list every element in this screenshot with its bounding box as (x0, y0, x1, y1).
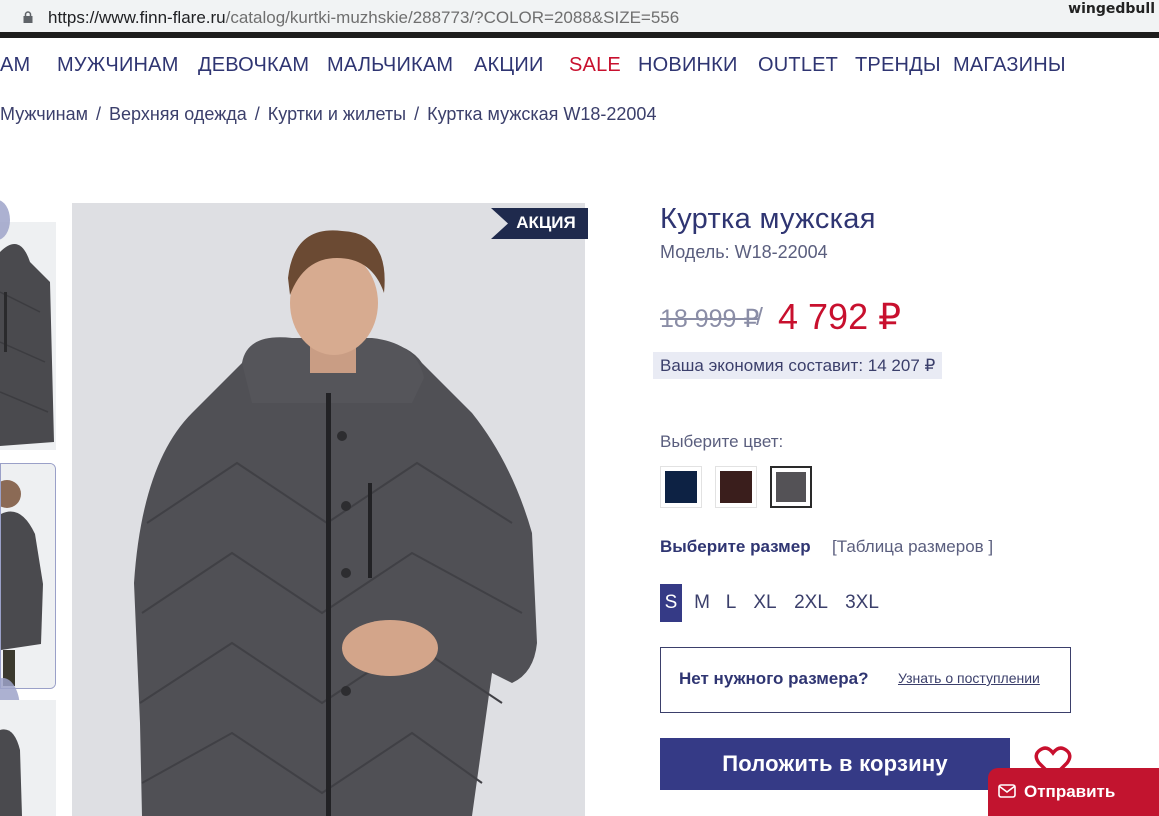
nav-item-partial[interactable]: АМ (0, 54, 30, 77)
breadcrumb-separator: / (96, 104, 102, 124)
nav-item-new[interactable]: НОВИНКИ (638, 54, 738, 77)
product-model: Модель: W18-22004 (660, 242, 828, 262)
notify-availability-link[interactable]: Узнать о поступлении (898, 670, 1040, 686)
color-swatch-brown[interactable] (715, 466, 757, 508)
savings-badge: Ваша экономия составит: 14 207 ₽ (653, 352, 943, 379)
lock-icon (23, 11, 33, 23)
size-option-s[interactable]: S (660, 584, 682, 622)
price-separator: / (756, 303, 763, 331)
send-overlay-label: Отправить (1024, 782, 1116, 801)
size-option-m[interactable]: M (689, 584, 715, 622)
nav-item-promotions[interactable]: АКЦИИ (474, 54, 544, 77)
thumbnail-strip (0, 200, 60, 816)
color-swatch-navy[interactable] (660, 466, 702, 508)
url-host: https://www.finn-flare.ru (48, 8, 226, 27)
jacket-photo (72, 203, 585, 816)
thumbnail-1[interactable] (0, 222, 56, 450)
jacket-thumbnail-image (0, 700, 56, 816)
new-price: 4 792 ₽ (778, 296, 901, 337)
nav-item-sale[interactable]: SALE (569, 54, 621, 77)
send-icon (998, 784, 1016, 798)
nav-item-girls[interactable]: ДЕВОЧКАМ (198, 54, 309, 77)
product-title: Куртка мужская (660, 203, 876, 235)
color-swatch-grey[interactable] (770, 466, 812, 508)
nav-item-men[interactable]: МУЖЧИНАМ (57, 54, 179, 77)
size-option-3xl[interactable]: 3XL (843, 584, 881, 622)
size-label: Выберите размер (660, 537, 811, 556)
breadcrumb: Мужчинам / Верхняя одежда / Куртки и жилеты /… (0, 104, 656, 125)
thumbnail-2-active[interactable] (0, 463, 56, 689)
send-overlay-button[interactable]: Отправить (988, 768, 1159, 816)
color-label: Выберите цвет: (660, 432, 784, 451)
jacket-thumbnail-image (1, 464, 55, 688)
size-option-l[interactable]: L (722, 584, 740, 622)
add-to-cart-button[interactable]: Положить в корзину (660, 738, 1010, 790)
old-price: 18 999 ₽ (660, 305, 760, 333)
thumbnail-3[interactable] (0, 700, 56, 816)
size-option-2xl[interactable]: 2XL (792, 584, 830, 622)
size-option-xl[interactable]: XL (750, 584, 780, 622)
no-size-question: Нет нужного размера? (679, 669, 869, 688)
breadcrumb-separator: / (254, 104, 260, 124)
url-path: /catalog/kurtki-muzhskie/288773/?COLOR=2… (225, 8, 680, 27)
url-text[interactable]: https://www.finn-flare.ru/catalog/kurtki… (48, 8, 679, 28)
product-main-image[interactable] (72, 203, 585, 816)
breadcrumb-men[interactable]: Мужчинам (0, 104, 88, 124)
watermark-username: wingedbull (1068, 1, 1155, 17)
nav-item-stores[interactable]: МАГАЗИНЫ (953, 54, 1066, 77)
breadcrumb-current: Куртка мужская W18-22004 (427, 104, 657, 124)
breadcrumb-outerwear[interactable]: Верхняя одежда (109, 104, 247, 124)
size-table-link[interactable]: [Таблица размеров ] (832, 537, 993, 557)
breadcrumb-jackets[interactable]: Куртки и жилеты (268, 104, 406, 124)
nav-item-trends[interactable]: ТРЕНДЫ (855, 54, 941, 77)
browser-address-bar[interactable]: https://www.finn-flare.ru/catalog/kurtki… (0, 0, 1159, 38)
nav-item-outlet[interactable]: OUTLET (758, 54, 838, 77)
promo-badge: АКЦИЯ (516, 213, 576, 232)
nav-item-boys[interactable]: МАЛЬЧИКАМ (327, 54, 453, 77)
breadcrumb-separator: / (414, 104, 420, 124)
jacket-thumbnail-image (0, 222, 56, 450)
